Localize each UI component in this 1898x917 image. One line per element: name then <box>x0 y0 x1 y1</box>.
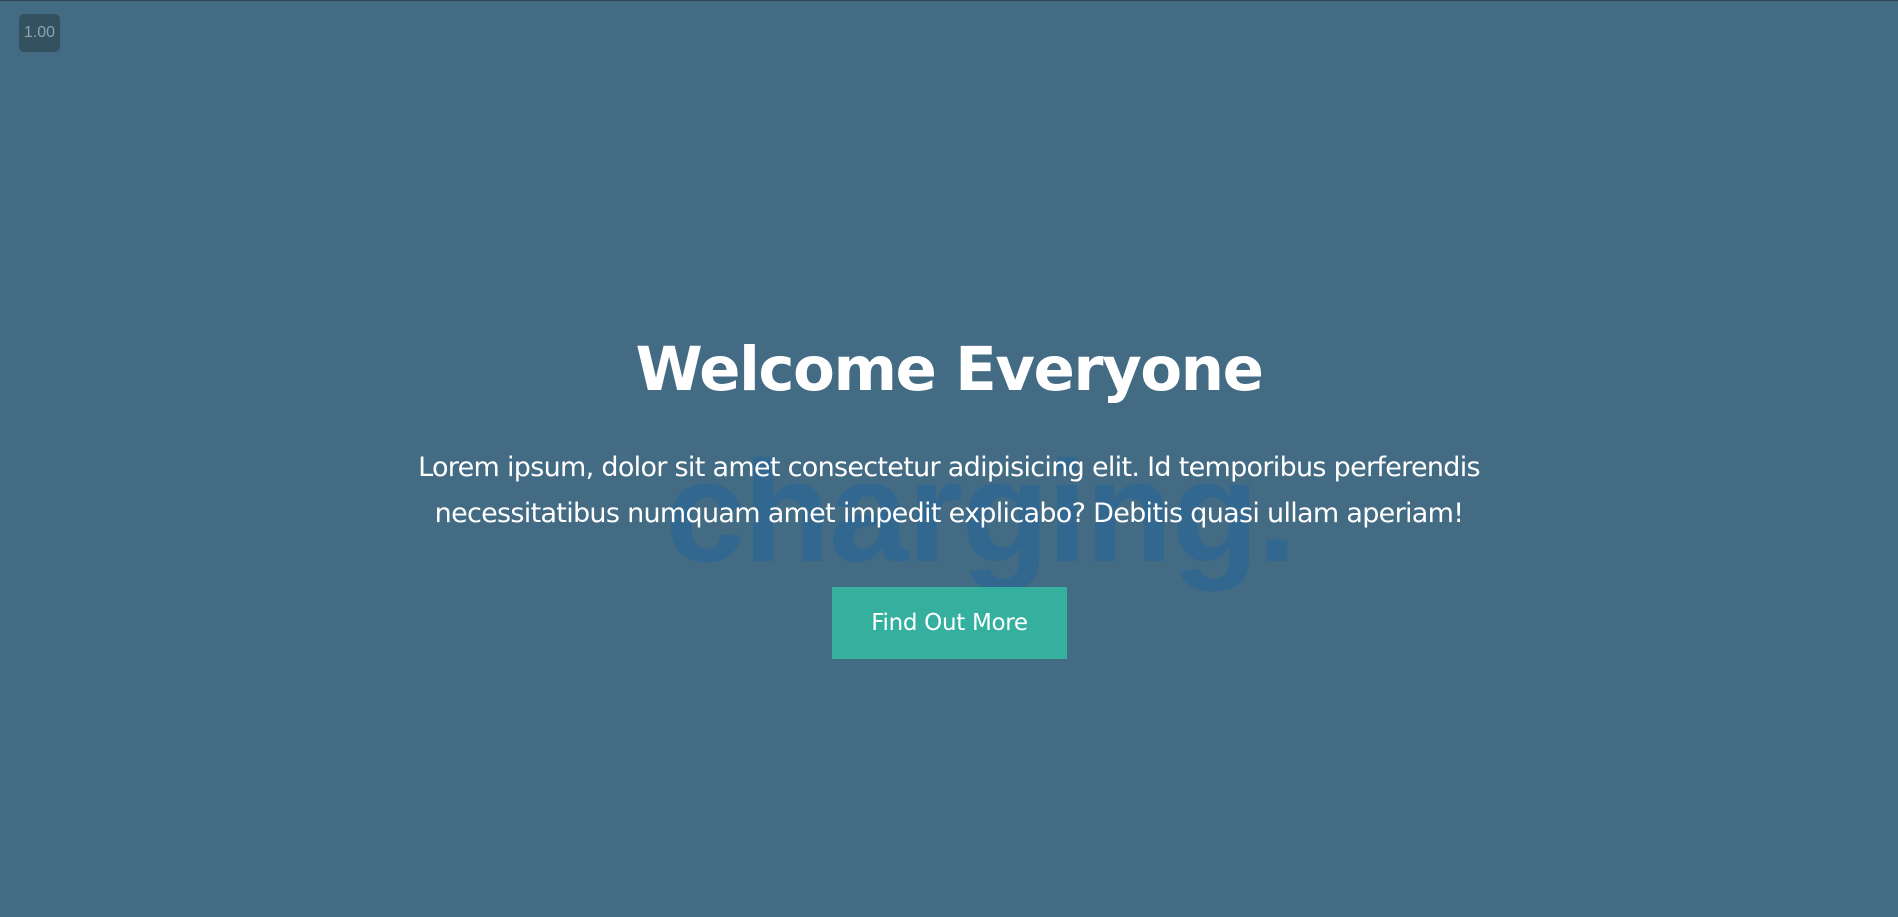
hero-section: Welcome Everyone Lorem ipsum, dolor sit … <box>0 0 1898 917</box>
find-out-more-button[interactable]: Find Out More <box>832 587 1067 659</box>
hero-description: Lorem ipsum, dolor sit amet consectetur … <box>418 452 1480 529</box>
hero-title: Welcome Everyone <box>635 334 1264 405</box>
